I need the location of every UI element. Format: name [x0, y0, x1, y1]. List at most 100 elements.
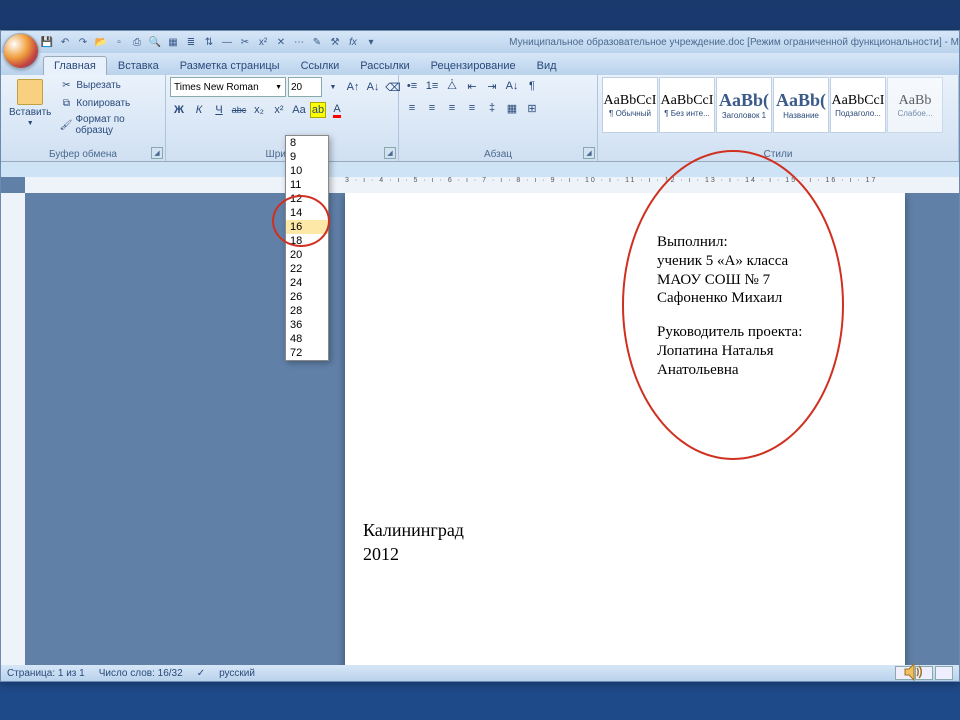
chevron-down-icon: ▼ — [275, 84, 282, 91]
style-no-spacing[interactable]: AaBbCcI¶ Без инте... — [659, 77, 715, 133]
cut-icon[interactable]: ✂ — [237, 34, 253, 50]
undo-icon[interactable]: ↶ — [57, 34, 73, 50]
horizontal-ruler[interactable]: 3 · ı · 4 · ı · 5 · ı · 6 · ı · 7 · ı · … — [25, 177, 959, 194]
align-right-button[interactable]: ≡ — [443, 99, 461, 117]
numbering-button[interactable]: 1≡ — [423, 77, 441, 95]
style-subtitle[interactable]: AaBbCcIПодзаголо... — [830, 77, 886, 133]
print-icon[interactable]: ⎙ — [129, 34, 145, 50]
size-option-9[interactable]: 9 — [286, 150, 328, 164]
sort-icon[interactable]: ⇅ — [201, 34, 217, 50]
subscript-button[interactable]: x₂ — [250, 101, 268, 119]
document-canvas[interactable]: Выполнил: ученик 5 «А» класса МАОУ СОШ №… — [25, 193, 959, 667]
indent-dec-button[interactable]: ⇤ — [463, 77, 481, 95]
bold-button[interactable]: Ж — [170, 101, 188, 119]
font-size-dropdown[interactable]: 891011121416182022242628364872 — [285, 135, 329, 361]
case-button[interactable]: Aa — [290, 101, 308, 119]
status-language[interactable]: русский — [219, 668, 255, 679]
indent-inc-button[interactable]: ⇥ — [483, 77, 501, 95]
underline-button[interactable]: Ч — [210, 101, 228, 119]
style-title[interactable]: AaBb(Название — [773, 77, 829, 133]
tab-insert[interactable]: Вставка — [108, 57, 169, 75]
tab-layout[interactable]: Разметка страницы — [170, 57, 290, 75]
open-icon[interactable]: 📂 — [93, 34, 109, 50]
multilevel-button[interactable]: ⧊ — [443, 77, 461, 95]
font-name-combo[interactable]: Times New Roman▼ — [170, 77, 286, 97]
size-option-72[interactable]: 72 — [286, 346, 328, 360]
save-icon[interactable]: 💾 — [39, 34, 55, 50]
tab-view[interactable]: Вид — [527, 57, 567, 75]
dots-icon[interactable]: ⋯ — [291, 34, 307, 50]
size-option-12[interactable]: 12 — [286, 192, 328, 206]
marker-icon[interactable]: ✎ — [309, 34, 325, 50]
status-proof-icon[interactable]: ✓ — [197, 668, 205, 679]
borders-button[interactable]: ⊞ — [523, 99, 541, 117]
qat-more-icon[interactable]: ▾ — [363, 34, 379, 50]
status-words[interactable]: Число слов: 16/32 — [99, 668, 183, 679]
build-icon[interactable]: ⚒ — [327, 34, 343, 50]
size-option-8[interactable]: 8 — [286, 136, 328, 150]
align-justify-button[interactable]: ≡ — [463, 99, 481, 117]
cross-icon[interactable]: ✕ — [273, 34, 289, 50]
superscript-button[interactable]: x² — [270, 101, 288, 119]
strike-button[interactable]: abc — [230, 101, 248, 119]
col-icon[interactable]: ≣ — [183, 34, 199, 50]
grow-font-button[interactable]: A↑ — [344, 78, 362, 96]
align-center-button[interactable]: ≡ — [423, 99, 441, 117]
paste-icon — [17, 79, 43, 105]
size-option-28[interactable]: 28 — [286, 304, 328, 318]
size-option-16[interactable]: 16 — [286, 220, 328, 234]
font-launcher-icon[interactable]: ◢ — [384, 147, 396, 159]
fx-icon[interactable]: fx — [345, 34, 361, 50]
redo-icon[interactable]: ↷ — [75, 34, 91, 50]
line-spacing-button[interactable]: ‡ — [483, 99, 501, 117]
copy-button[interactable]: ⧉Копировать — [57, 95, 161, 111]
clipboard-launcher-icon[interactable]: ◢ — [151, 147, 163, 159]
sup-icon[interactable]: x² — [255, 34, 271, 50]
shrink-font-button[interactable]: A↓ — [364, 78, 382, 96]
office-button[interactable] — [3, 33, 39, 69]
size-option-22[interactable]: 22 — [286, 262, 328, 276]
window-title: Муниципальное образовательное учреждение… — [509, 37, 959, 48]
dash-icon[interactable]: — — [219, 34, 235, 50]
ribbon: Вставить ▼ ✂Вырезать ⧉Копировать 🖌Формат… — [1, 75, 959, 162]
group-styles-title: Стили — [602, 148, 954, 161]
para-launcher-icon[interactable]: ◢ — [583, 147, 595, 159]
style-subtle[interactable]: AaBbСлабое... — [887, 77, 943, 133]
bullets-button[interactable]: •≡ — [403, 77, 421, 95]
style-gallery[interactable]: AaBbCcI¶ Обычный AaBbCcI¶ Без инте... Aa… — [602, 77, 943, 133]
document-area: 3 · ı · 4 · ı · 5 · ı · 6 · ı · 7 · ı · … — [1, 177, 959, 667]
tab-mailings[interactable]: Рассылки — [350, 57, 419, 75]
sort-button[interactable]: A↓ — [503, 77, 521, 95]
size-option-14[interactable]: 14 — [286, 206, 328, 220]
size-option-10[interactable]: 10 — [286, 164, 328, 178]
align-left-button[interactable]: ≡ — [403, 99, 421, 117]
font-color-button[interactable]: A — [328, 101, 346, 119]
font-size-combo[interactable]: 20 — [288, 77, 322, 97]
style-normal[interactable]: AaBbCcI¶ Обычный — [602, 77, 658, 133]
tab-home[interactable]: Главная — [43, 56, 107, 75]
size-option-18[interactable]: 18 — [286, 234, 328, 248]
table-icon[interactable]: ▦ — [165, 34, 181, 50]
size-option-20[interactable]: 20 — [286, 248, 328, 262]
view-web-icon[interactable] — [935, 666, 953, 680]
status-page[interactable]: Страница: 1 из 1 — [7, 668, 85, 679]
size-option-11[interactable]: 11 — [286, 178, 328, 192]
preview-icon[interactable]: 🔍 — [147, 34, 163, 50]
show-marks-button[interactable]: ¶ — [523, 77, 541, 95]
italic-button[interactable]: К — [190, 101, 208, 119]
tab-references[interactable]: Ссылки — [291, 57, 350, 75]
cut-button[interactable]: ✂Вырезать — [57, 77, 161, 93]
style-heading1[interactable]: AaBb(Заголовок 1 — [716, 77, 772, 133]
font-size-dropdown-icon[interactable]: ▼ — [324, 78, 342, 96]
format-painter-button[interactable]: 🖌Формат по образцу — [57, 113, 161, 137]
shading-button[interactable]: ▦ — [503, 99, 521, 117]
new-icon[interactable]: ▫ — [111, 34, 127, 50]
highlight-button[interactable]: ab — [310, 102, 326, 118]
size-option-48[interactable]: 48 — [286, 332, 328, 346]
size-option-24[interactable]: 24 — [286, 276, 328, 290]
vertical-ruler[interactable] — [1, 193, 26, 667]
size-option-26[interactable]: 26 — [286, 290, 328, 304]
tab-review[interactable]: Рецензирование — [421, 57, 526, 75]
size-option-36[interactable]: 36 — [286, 318, 328, 332]
paste-button[interactable]: Вставить ▼ — [5, 77, 55, 129]
